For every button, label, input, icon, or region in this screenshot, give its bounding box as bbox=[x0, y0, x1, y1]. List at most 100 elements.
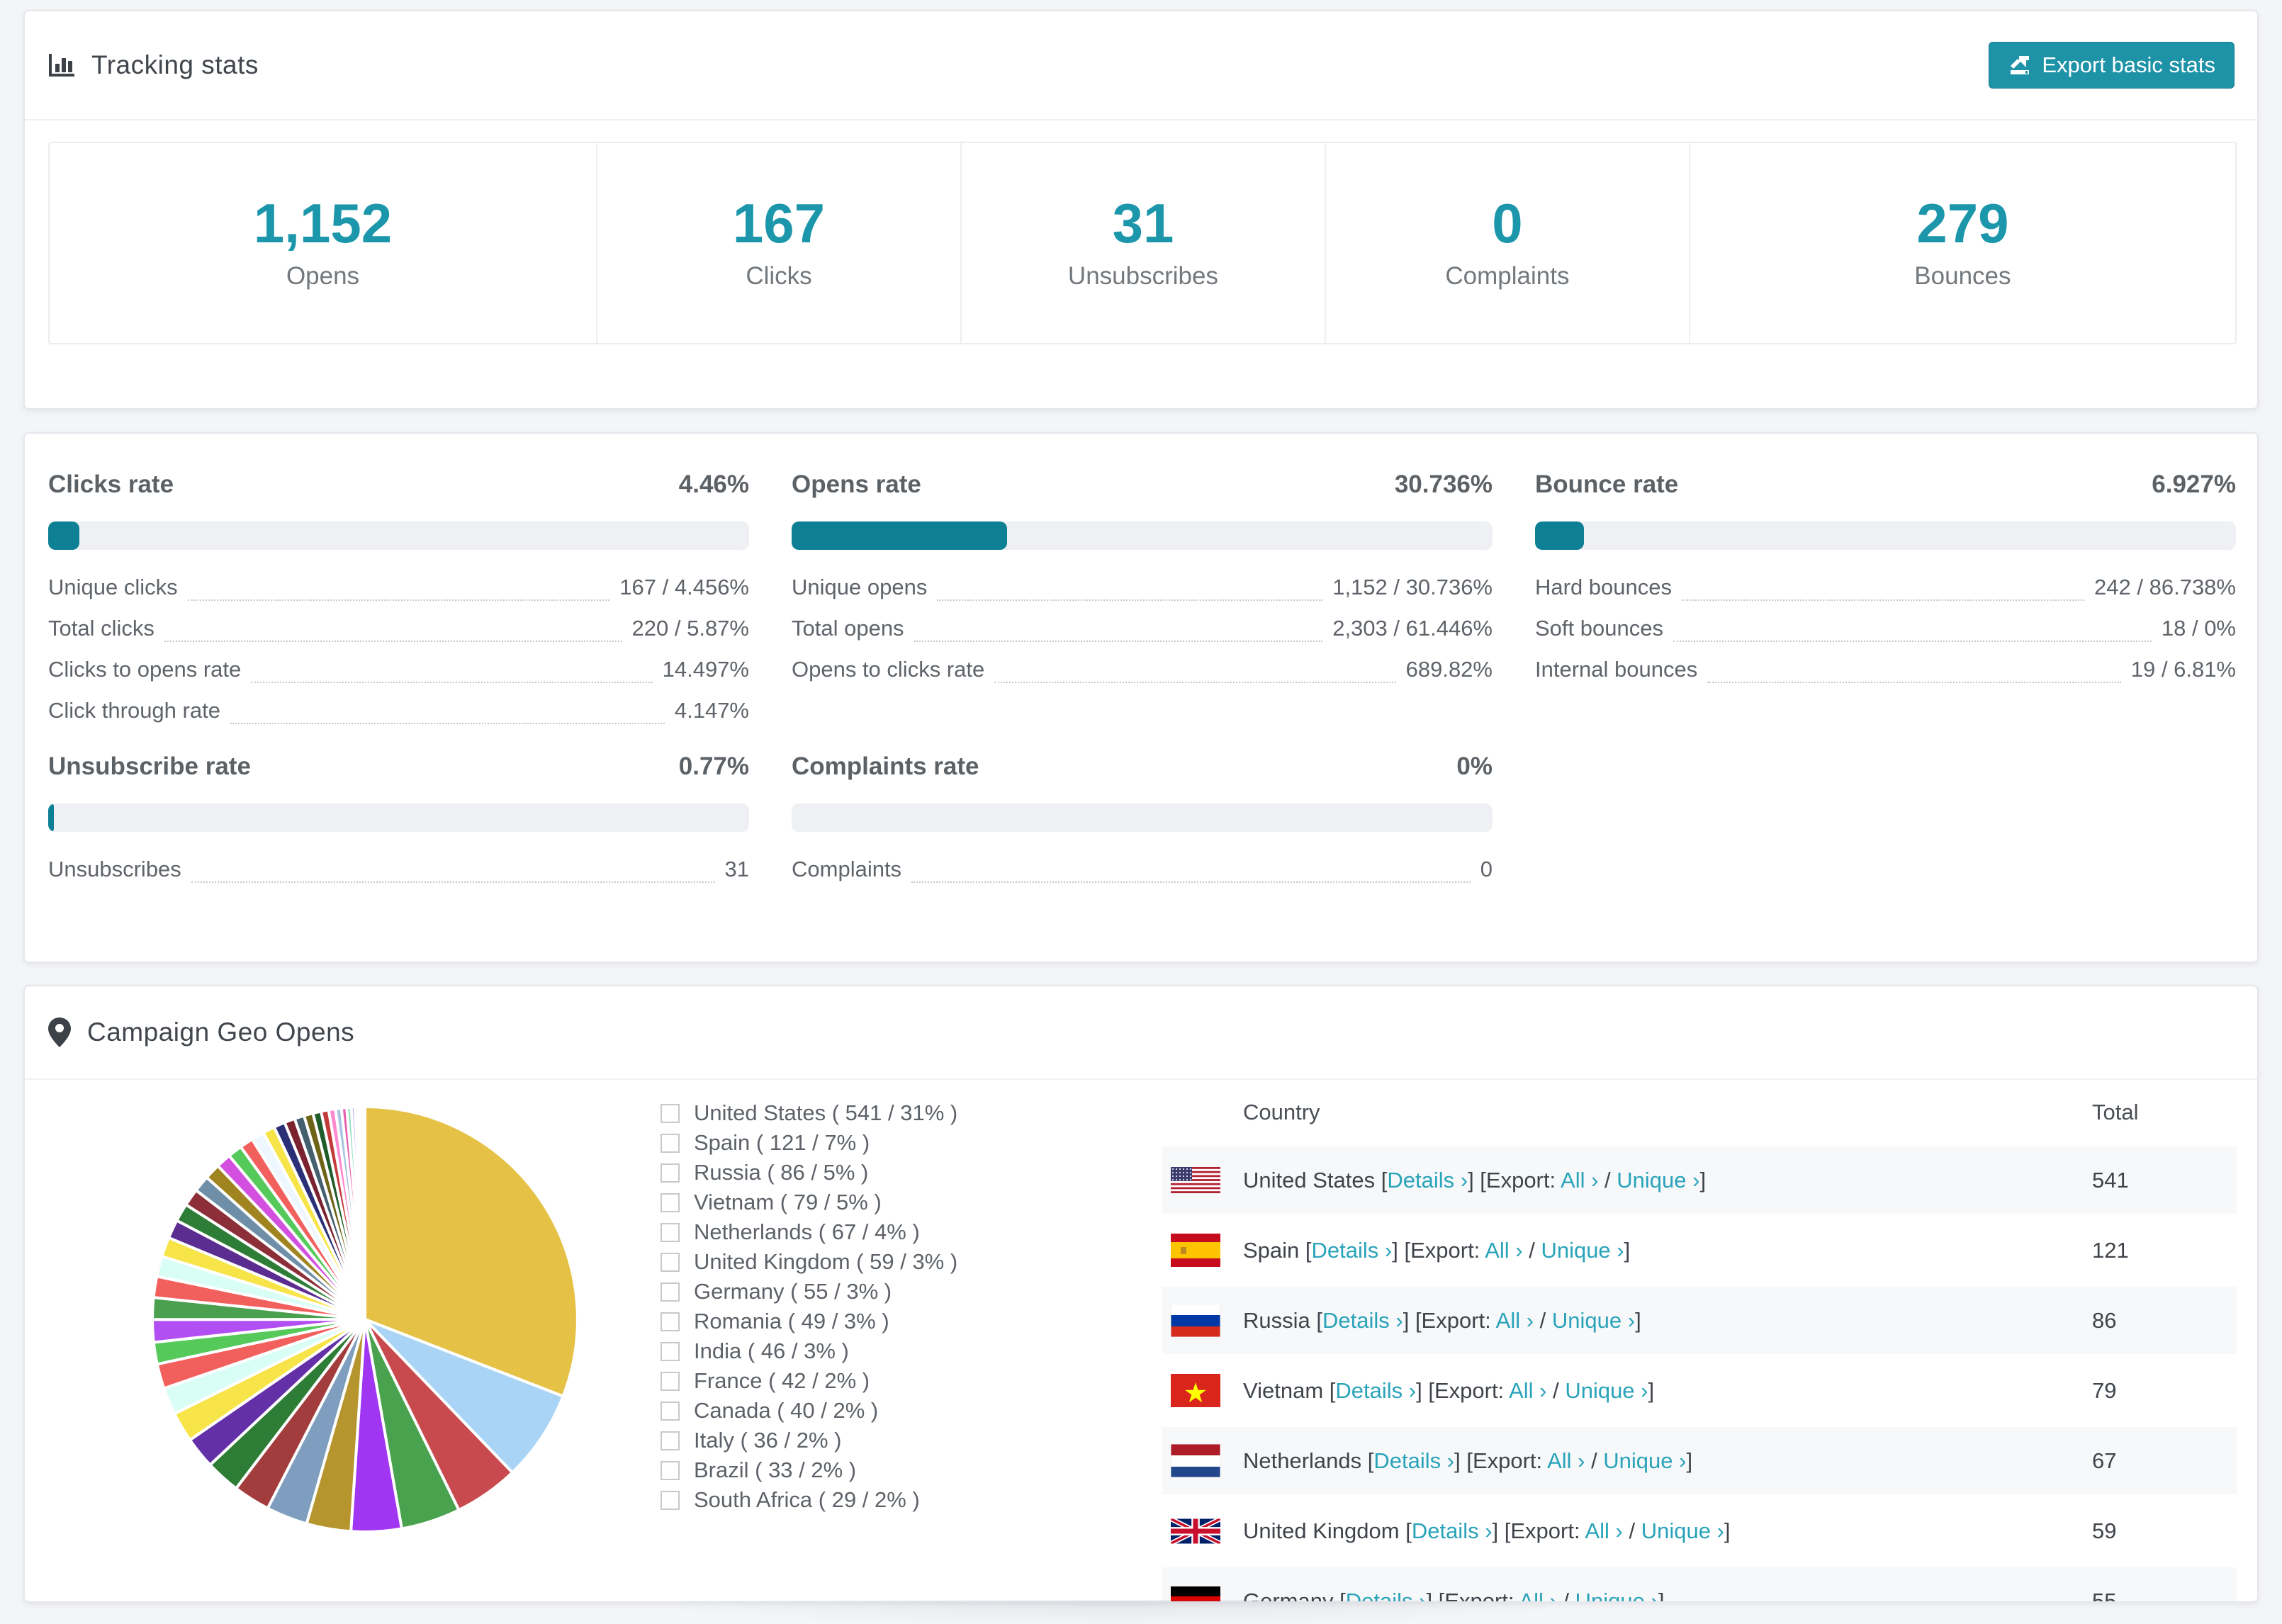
rate-stat-value: 14.497% bbox=[662, 657, 749, 682]
details-link[interactable]: Details › bbox=[1373, 1448, 1454, 1473]
legend-item-france: France ( 42 / 2% ) bbox=[661, 1366, 957, 1396]
stat-label: Bounces bbox=[1914, 262, 2011, 290]
row-total: 121 bbox=[2092, 1237, 2129, 1263]
legend-swatch bbox=[661, 1371, 680, 1391]
export-unique-link[interactable]: Unique › bbox=[1641, 1518, 1724, 1543]
map-pin-icon bbox=[47, 1017, 72, 1048]
rate-title: Complaints rate bbox=[792, 752, 979, 780]
row-total: 55 bbox=[2092, 1588, 2117, 1603]
rate-block-bounce-rate: Bounce rate 6.927% Hard bounces 242 / 86… bbox=[1535, 470, 2236, 690]
legend-label: Italy ( 36 / 2% ) bbox=[694, 1428, 842, 1453]
dotted-leader bbox=[187, 574, 610, 601]
rate-stat-row: Hard bounces 242 / 86.738% bbox=[1535, 567, 2236, 608]
legend-item-united-states: United States ( 541 / 31% ) bbox=[661, 1098, 957, 1128]
export-unique-link[interactable]: Unique › bbox=[1617, 1168, 1699, 1192]
country-name: Russia bbox=[1243, 1307, 1310, 1333]
dotted-leader bbox=[1682, 574, 2085, 601]
legend-label: India ( 46 / 3% ) bbox=[694, 1338, 849, 1363]
rate-header: Bounce rate 6.927% bbox=[1535, 470, 2236, 499]
rate-stat-label: Complaints bbox=[792, 857, 902, 881]
details-link[interactable]: Details › bbox=[1387, 1168, 1468, 1192]
export-basic-stats-button[interactable]: Export basic stats bbox=[1989, 42, 2235, 89]
details-link[interactable]: Details › bbox=[1322, 1308, 1403, 1333]
bracket-text: / bbox=[1556, 1588, 1575, 1603]
export-unique-link[interactable]: Unique › bbox=[1552, 1308, 1635, 1333]
rate-stat-value: 220 / 5.87% bbox=[631, 616, 749, 641]
bracket-text: [ bbox=[1405, 1518, 1412, 1543]
export-unique-link[interactable]: Unique › bbox=[1541, 1238, 1624, 1263]
rate-stat-row: Opens to clicks rate 689.82% bbox=[792, 649, 1493, 690]
table-row-vn: Vietnam [Details ›] [Export: All › / Uni… bbox=[1162, 1357, 2237, 1424]
legend-label: Germany ( 55 / 3% ) bbox=[694, 1279, 892, 1304]
rate-stat-row: Internal bounces 19 / 6.81% bbox=[1535, 649, 2236, 690]
export-unique-link[interactable]: Unique › bbox=[1575, 1589, 1658, 1602]
export-unique-link[interactable]: Unique › bbox=[1565, 1378, 1648, 1403]
bracket-text: ] bbox=[1624, 1237, 1631, 1263]
legend-swatch bbox=[661, 1282, 680, 1302]
bracket-text: ] bbox=[1635, 1307, 1641, 1333]
legend-label: United Kingdom ( 59 / 3% ) bbox=[694, 1249, 958, 1274]
legend-item-romania: Romania ( 49 / 3% ) bbox=[661, 1307, 957, 1336]
details-link[interactable]: Details › bbox=[1312, 1238, 1393, 1263]
export-all-link[interactable]: All › bbox=[1585, 1518, 1622, 1543]
rate-stat-row: Unsubscribes 31 bbox=[48, 849, 749, 890]
country-flag-icon-vn bbox=[1171, 1374, 1220, 1407]
rate-title: Unsubscribe rate bbox=[48, 752, 251, 780]
bracket-text: ] bbox=[1648, 1377, 1655, 1403]
details-link[interactable]: Details › bbox=[1412, 1518, 1493, 1543]
export-all-link[interactable]: All › bbox=[1496, 1308, 1534, 1333]
legend-swatch bbox=[661, 1133, 680, 1153]
export-unique-link[interactable]: Unique › bbox=[1603, 1448, 1686, 1473]
export-all-link[interactable]: All › bbox=[1509, 1378, 1546, 1403]
legend-item-netherlands: Netherlands ( 67 / 4% ) bbox=[661, 1217, 957, 1247]
bracket-text: ] [Export: bbox=[1403, 1307, 1496, 1333]
rate-stat-value: 19 / 6.81% bbox=[2130, 657, 2236, 682]
country-flag-icon-es bbox=[1171, 1234, 1220, 1267]
rate-block-complaints-rate: Complaints rate 0% Complaints 0 bbox=[792, 752, 1493, 890]
rate-stat-label: Click through rate bbox=[48, 698, 220, 723]
page: Tracking stats Export basic stats 1,152 … bbox=[0, 0, 2282, 1624]
dotted-leader bbox=[1673, 615, 2152, 642]
country-flag-icon-gb bbox=[1171, 1518, 1220, 1545]
dotted-leader bbox=[911, 856, 1471, 883]
legend-swatch bbox=[661, 1192, 680, 1212]
stat-value: 31 bbox=[1112, 192, 1174, 254]
stat-value: 0 bbox=[1492, 192, 1523, 254]
geo-title: Campaign Geo Opens bbox=[87, 1017, 355, 1047]
country-name: Spain bbox=[1243, 1237, 1300, 1263]
legend-item-india: India ( 46 / 3% ) bbox=[661, 1336, 957, 1366]
bracket-text: / bbox=[1598, 1167, 1617, 1192]
legend-item-vietnam: Vietnam ( 79 / 5% ) bbox=[661, 1188, 957, 1217]
export-all-link[interactable]: All › bbox=[1561, 1168, 1598, 1192]
export-all-link[interactable]: All › bbox=[1485, 1238, 1522, 1263]
rate-stat-value: 18 / 0% bbox=[2161, 616, 2236, 641]
legend-label: Canada ( 40 / 2% ) bbox=[694, 1398, 879, 1423]
bracket-text: ] [Export: bbox=[1468, 1167, 1561, 1192]
geo-table-header: Country Total bbox=[1162, 1078, 2237, 1146]
geo-pie-chart bbox=[150, 1105, 579, 1533]
stat-box-unsubscribes: 31 Unsubscribes bbox=[960, 143, 1325, 343]
stat-box-bounces: 279 Bounces bbox=[1688, 143, 2235, 343]
bracket-text: ] bbox=[1699, 1167, 1707, 1192]
bracket-text: ] [Export: bbox=[1492, 1518, 1585, 1543]
rate-progress-track bbox=[1535, 521, 2236, 550]
rates-card: Clicks rate 4.46% Unique clicks 167 / 4.… bbox=[23, 432, 2259, 963]
legend-swatch bbox=[661, 1490, 680, 1510]
legend-swatch bbox=[661, 1222, 680, 1242]
bracket-text: [ bbox=[1316, 1307, 1323, 1333]
bracket-text: ] [Export: bbox=[1454, 1448, 1548, 1473]
stat-box-clicks: 167 Clicks bbox=[596, 143, 960, 343]
rate-progress-track bbox=[792, 521, 1493, 550]
stat-label: Opens bbox=[286, 262, 360, 290]
legend-label: Netherlands ( 67 / 4% ) bbox=[694, 1219, 920, 1244]
table-row-ru: Russia [Details ›] [Export: All › / Uniq… bbox=[1162, 1287, 2237, 1354]
rate-stat-row: Unique opens 1,152 / 30.736% bbox=[792, 567, 1493, 608]
export-all-link[interactable]: All › bbox=[1547, 1448, 1585, 1473]
details-link[interactable]: Details › bbox=[1335, 1378, 1416, 1403]
bracket-text: / bbox=[1546, 1377, 1566, 1403]
bracket-text: / bbox=[1522, 1237, 1541, 1263]
dotted-leader bbox=[914, 615, 1323, 642]
stat-label: Unsubscribes bbox=[1067, 262, 1218, 290]
stat-box-complaints: 0 Complaints bbox=[1324, 143, 1689, 343]
legend-item-united-kingdom: United Kingdom ( 59 / 3% ) bbox=[661, 1247, 957, 1277]
